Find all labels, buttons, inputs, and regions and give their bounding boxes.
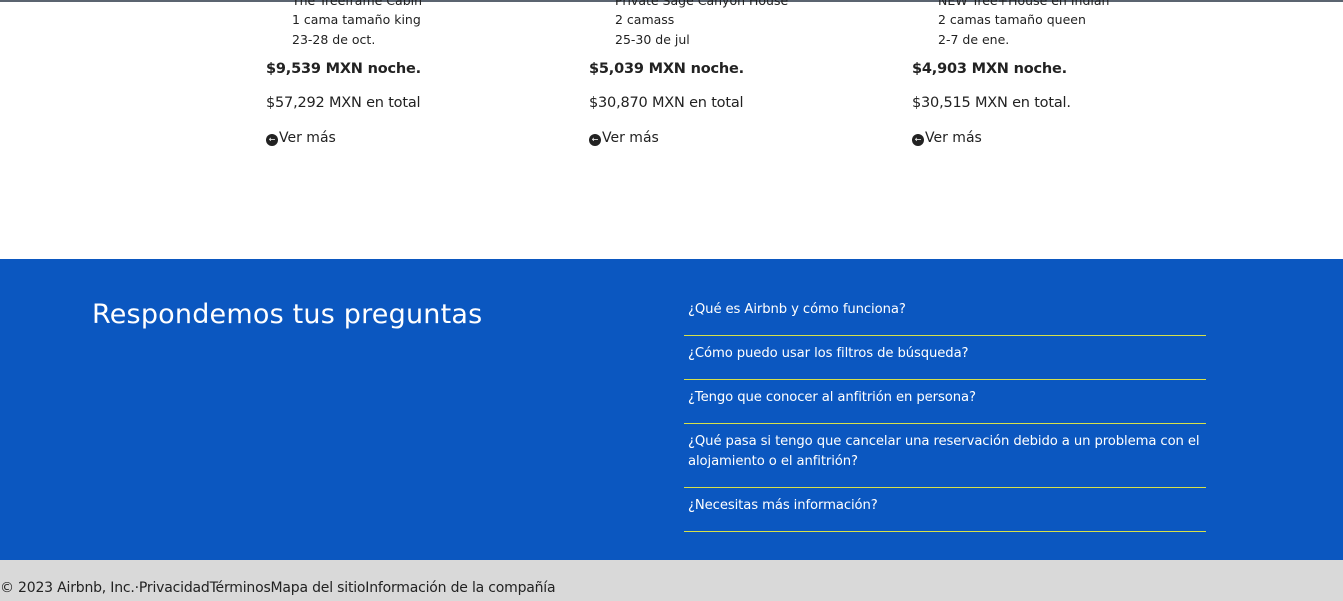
ver-mas-label: Ver más: [925, 130, 982, 146]
ver-mas-label: Ver más: [279, 130, 336, 146]
listing-dates: 23-28 de oct.: [292, 32, 376, 47]
listing-price-total: $30,515 MXN en total.: [912, 95, 1071, 111]
ver-mas-link[interactable]: ← Ver más: [589, 130, 659, 146]
listing-beds: 1 cama tamaño king: [292, 12, 421, 27]
listing-price-total: $30,870 MXN en total: [589, 95, 744, 111]
ver-mas-label: Ver más: [602, 130, 659, 146]
footer-copyright: © 2023 Airbnb, Inc.: [0, 580, 135, 596]
listing-price-night: $5,039 MXN noche.: [589, 61, 744, 77]
ver-mas-link[interactable]: ← Ver más: [266, 130, 336, 146]
faq-question[interactable]: ¿Tengo que conocer al anfitrión en perso…: [684, 380, 1206, 424]
footer-link-mapa-del-sitio[interactable]: Mapa del sitio: [271, 580, 366, 596]
faq-question[interactable]: ¿Necesitas más información?: [684, 488, 1206, 532]
footer: © 2023 Airbnb, Inc. · Privacidad Término…: [0, 560, 1343, 601]
arrow-left-circle-icon: ←: [589, 133, 601, 146]
arrow-left-circle-icon: ←: [912, 133, 924, 146]
footer-link-privacidad[interactable]: Privacidad: [139, 580, 210, 596]
faq-question[interactable]: ¿Qué pasa si tengo que cancelar una rese…: [684, 424, 1206, 488]
faq-section: Respondemos tus preguntas ¿Qué es Airbnb…: [0, 259, 1343, 560]
listing-price-total: $57,292 MXN en total: [266, 95, 421, 111]
listing-dates: 2-7 de ene.: [938, 32, 1010, 47]
footer-link-terminos[interactable]: Términos: [210, 580, 271, 596]
ver-mas-link[interactable]: ← Ver más: [912, 130, 982, 146]
arrow-left-circle-icon: ←: [266, 133, 278, 146]
listing-beds: 2 camass: [615, 12, 675, 27]
footer-links: © 2023 Airbnb, Inc. · Privacidad Término…: [0, 580, 556, 596]
footer-link-informacion-compania[interactable]: Información de la compañía: [365, 580, 555, 596]
listing-beds: 2 camas tamaño queen: [938, 12, 1086, 27]
listing-price-night: $9,539 MXN noche.: [266, 61, 421, 77]
listing-dates: 25-30 de jul: [615, 32, 690, 47]
faq-title: Respondemos tus preguntas: [92, 299, 483, 330]
faq-list: ¿Qué es Airbnb y cómo funciona? ¿Cómo pu…: [684, 292, 1206, 532]
faq-question[interactable]: ¿Qué es Airbnb y cómo funciona?: [684, 292, 1206, 336]
listing-price-night: $4,903 MXN noche.: [912, 61, 1067, 77]
faq-question[interactable]: ¿Cómo puedo usar los filtros de búsqueda…: [684, 336, 1206, 380]
